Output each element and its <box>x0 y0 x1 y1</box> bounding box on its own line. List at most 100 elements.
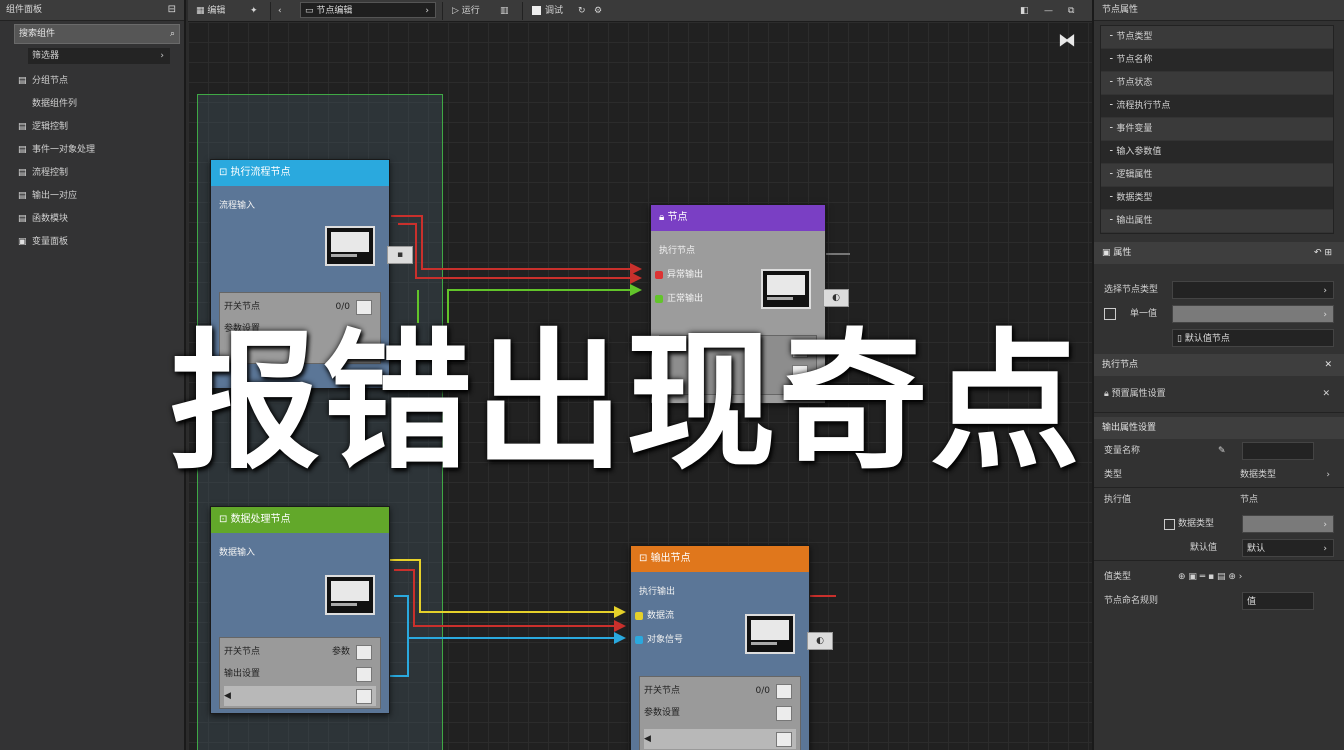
preset-row[interactable]: 🔒︎ 预置属性设置 ✕ <box>1094 376 1344 412</box>
value-type-icons[interactable]: ⊕ ▣ ═ ▪ ▤ ⊕ › <box>1178 565 1242 589</box>
node-header[interactable]: ⊡ 执行流程节点 <box>211 160 389 186</box>
search-icon[interactable]: ⌕ <box>170 25 175 43</box>
list-item[interactable]: ⁃ 输出属性 <box>1101 210 1333 233</box>
run-button[interactable]: ▷ 运行 <box>452 0 480 22</box>
single-value-field[interactable]: › <box>1172 305 1334 323</box>
list-item-label: 节点类型 <box>1116 32 1153 42</box>
tree-item[interactable]: ▤ 流程控制 <box>0 162 184 185</box>
chevron-right-icon: › <box>1323 544 1327 554</box>
slider-handle[interactable] <box>776 732 792 747</box>
list-item[interactable]: ⁃ 节点类型 <box>1101 26 1333 49</box>
debug-toggle[interactable]: 调试 <box>532 0 563 22</box>
filter-dropdown[interactable]: 筛选器 › <box>28 48 170 64</box>
edit-button[interactable]: ▦ 编辑 <box>196 0 225 22</box>
overlay-caption: 报错出现奇点 <box>170 316 1083 490</box>
data-type-field[interactable]: › <box>1242 515 1334 533</box>
list-item[interactable]: ⁃ 逻辑属性 <box>1101 164 1333 187</box>
pin-label: 对象信号 <box>647 635 684 645</box>
tree-item[interactable]: 数据组件列 <box>0 93 184 116</box>
list-item[interactable]: ⁃ 流程执行节点 <box>1101 95 1333 118</box>
param-row[interactable]: 参数设置 <box>644 703 796 723</box>
switch-checkbox[interactable] <box>776 684 792 699</box>
switch-row[interactable]: 开关节点 参数 <box>224 642 376 662</box>
switch-checkbox[interactable] <box>356 645 372 660</box>
tree-item[interactable]: ▤ 函数模块 <box>0 208 184 231</box>
properties-section-header[interactable]: ▣ 属性 ↶ ⊞ <box>1094 242 1344 264</box>
default-node-row: ▯ 默认值节点 <box>1094 326 1344 350</box>
error-input-port[interactable]: 异常输出 <box>655 267 703 280</box>
canvas-toolbar: ▦ 编辑 ✦ ‹ ▭ 节点编辑 › ▷ 运行 ▥ 调试 ↻ ⚙ ◧ — ⧉ <box>188 0 1092 22</box>
power-button[interactable]: ▪ <box>387 246 413 264</box>
naming-rule-value: 值 <box>1247 597 1257 607</box>
node-type-select[interactable]: › <box>1172 281 1334 299</box>
data-type-checkbox[interactable] <box>1164 519 1175 530</box>
folder-icon: ▤ <box>18 122 27 132</box>
slider-handle[interactable] <box>356 689 372 704</box>
output-section-header[interactable]: 输出属性设置 <box>1094 417 1344 439</box>
chevron-right-icon: › <box>1326 470 1330 480</box>
input-port-label: 流程输入 <box>219 201 256 211</box>
execution-section-header[interactable]: 执行节点 ✕ <box>1094 354 1344 376</box>
list-item[interactable]: ⁃ 事件变量 <box>1101 118 1333 141</box>
close-icon[interactable]: ✕ <box>1324 354 1332 376</box>
list-item[interactable]: ⁃ 节点名称 <box>1101 49 1333 72</box>
output-node[interactable]: ⊡ 输出节点 执行输出 数据流 对象信号 ◐ 开关节点 0/0 参数设置 ◀ <box>630 545 833 750</box>
folder-icon: ▤ <box>18 76 27 86</box>
edit-icon[interactable]: ✎ <box>1218 439 1226 463</box>
list-item[interactable]: ⁃ 节点状态 <box>1101 72 1333 95</box>
node-header[interactable]: ⊡ 数据处理节点 <box>211 507 389 533</box>
node-header[interactable]: 🔒︎ 节点 <box>651 205 825 231</box>
variable-name-input[interactable] <box>1242 442 1314 460</box>
power-button[interactable]: ◐ <box>823 289 849 307</box>
node-select-icon: ▭ <box>305 6 317 16</box>
switch-row[interactable]: 开关节点 0/0 <box>224 297 376 317</box>
close-icon[interactable]: ✕ <box>1322 376 1330 412</box>
data-node[interactable]: ⊡ 数据处理节点 数据输入 开关节点 参数 输出设置 ◀ <box>210 506 390 714</box>
data-input-port[interactable]: 数据流 <box>635 608 674 621</box>
signal-input-port[interactable]: 对象信号 <box>635 632 683 645</box>
switch-row[interactable]: 开关节点 0/0 <box>644 681 796 701</box>
blue-pin-icon <box>635 635 643 644</box>
naming-rule-input[interactable]: 值 <box>1242 592 1314 610</box>
window-icon[interactable]: ◧ <box>1020 0 1029 22</box>
layout-icon[interactable]: ▥ <box>500 0 509 22</box>
node-select-dropdown[interactable]: ▭ 节点编辑 › <box>300 2 436 18</box>
reset-icon[interactable]: ↶ ⊞ <box>1314 242 1332 264</box>
debug-checkbox[interactable] <box>532 6 541 15</box>
switch-checkbox[interactable] <box>356 300 372 315</box>
tree-item[interactable]: ▣ 变量面板 <box>0 231 184 254</box>
tree-item[interactable]: ▤ 逻辑控制 <box>0 116 184 139</box>
component-search-input[interactable]: 搜索组件 ⌕ <box>14 24 180 44</box>
tree-item[interactable]: ▤ 分组节点 <box>0 70 184 93</box>
slider-row[interactable]: ◀ <box>224 686 376 706</box>
param-label: 参数设置 <box>644 708 681 718</box>
switch-value: 0/0 <box>335 302 350 312</box>
refresh-icon[interactable]: ↻ <box>578 0 586 22</box>
output-checkbox[interactable] <box>356 667 372 682</box>
wand-button[interactable]: ✦ <box>250 0 258 22</box>
list-item[interactable]: ⁃ 数据类型 <box>1101 187 1333 210</box>
type-row[interactable]: 类型 数据类型 › <box>1094 463 1344 487</box>
node-header[interactable]: ⊡ 输出节点 <box>631 546 809 572</box>
output-row[interactable]: 输出设置 <box>224 664 376 684</box>
settings-icon[interactable]: ⚙ <box>594 0 602 22</box>
minimize-icon[interactable]: — <box>1044 0 1053 22</box>
tree-item-label: 数据组件列 <box>32 99 78 109</box>
property-list[interactable]: ⁃ 节点类型 ⁃ 节点名称 ⁃ 节点状态 ⁃ 流程执行节点 ⁃ 事件变量 ⁃ 输… <box>1100 25 1334 234</box>
maximize-icon[interactable]: ⧉ <box>1068 0 1074 22</box>
back-icon[interactable]: ‹ <box>278 0 282 22</box>
slider-row[interactable]: ◀ <box>644 729 796 749</box>
pin-label: 数据流 <box>647 611 675 621</box>
default-node-field[interactable]: ▯ 默认值节点 <box>1172 329 1334 347</box>
tree-item[interactable]: ▤ 事件一对象处理 <box>0 139 184 162</box>
normal-input-port[interactable]: 正常输出 <box>655 291 703 304</box>
row-label: 选择节点类型 <box>1104 285 1159 295</box>
power-button[interactable]: ◐ <box>807 632 833 650</box>
tree-item[interactable]: ▤ 输出一对应 <box>0 185 184 208</box>
monitor-icon <box>325 226 375 266</box>
list-item[interactable]: ⁃ 输入参数值 <box>1101 141 1333 164</box>
dock-icon[interactable]: ⊟ <box>168 0 176 20</box>
default-value-select[interactable]: 默认 › <box>1242 539 1334 557</box>
param-checkbox[interactable] <box>776 706 792 721</box>
exec-value-row[interactable]: 执行值 节点 <box>1094 488 1344 512</box>
